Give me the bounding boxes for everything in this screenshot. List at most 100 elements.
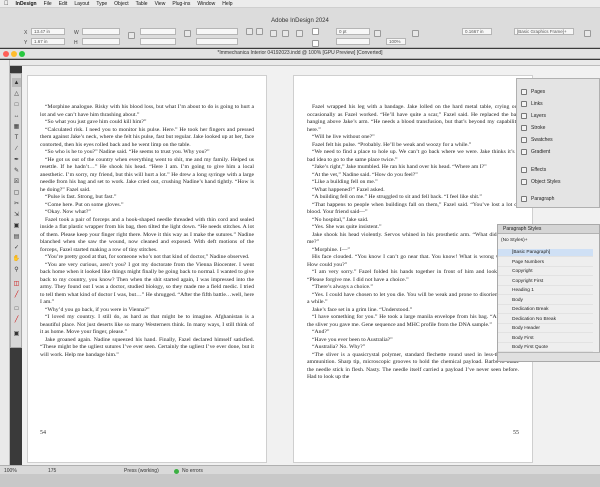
paragraph-style-item[interactable]: [Basic Paragraph] — [498, 249, 593, 258]
paragraph-style-group-select[interactable]: (No Styles)+ — [501, 238, 571, 245]
line-tool-icon[interactable]: ∕ — [12, 144, 21, 153]
select-container-icon[interactable] — [282, 30, 289, 37]
paragraph-style-item[interactable]: Copyright — [498, 268, 593, 277]
stroke-panel-button[interactable]: Stroke — [521, 125, 545, 131]
gradient-panel-button[interactable]: Gradient — [521, 149, 550, 155]
app-name-menu[interactable]: InDesign — [16, 1, 37, 7]
y-position-field[interactable]: 1.67 in — [31, 38, 65, 45]
scale-y-field[interactable] — [140, 38, 176, 45]
pen-tool-icon[interactable]: ✒ — [12, 155, 21, 164]
rotate-icon[interactable] — [246, 28, 253, 35]
paragraph-style-item[interactable]: Page Numbers — [498, 259, 593, 267]
rotation-field[interactable] — [196, 28, 238, 35]
selection-tool-icon[interactable]: ▲ — [12, 78, 21, 87]
menu-object[interactable]: Object — [114, 1, 128, 7]
select-content-icon[interactable] — [296, 30, 303, 37]
menu-file[interactable]: File — [44, 1, 52, 7]
paragraph-style-item[interactable]: Body First — [498, 335, 593, 343]
free-transform-tool-icon[interactable]: ⇲ — [12, 210, 21, 219]
menu-layout[interactable]: Layout — [74, 1, 89, 7]
align-icon[interactable] — [184, 30, 191, 37]
left-page-text-frame[interactable]: “Morphine analogue. Risky with his blood… — [40, 104, 254, 359]
apple-icon[interactable]:  — [4, 1, 9, 7]
effects-icon[interactable] — [374, 30, 381, 37]
paragraph: “Yes. She was quite insistent.” — [312, 224, 382, 230]
x-position-field[interactable]: 13.47 in — [31, 28, 65, 35]
stroke-swatch-icon[interactable] — [312, 40, 319, 47]
opacity-field[interactable]: 100% — [386, 38, 406, 45]
page-left[interactable]: “Morphine analogue. Risky with his blood… — [27, 75, 267, 463]
menu-type[interactable]: Type — [96, 1, 107, 7]
hand-tool-icon[interactable]: ✋ — [12, 254, 21, 263]
object-style-select[interactable]: [Basic Graphics Frame]+ — [514, 28, 574, 35]
menu-help[interactable]: Help — [222, 1, 232, 7]
width-field[interactable] — [82, 28, 120, 35]
horizontal-scrollbar[interactable] — [0, 474, 600, 487]
paragraph-icon — [521, 196, 527, 202]
stroke-icon — [521, 125, 527, 131]
vertical-ruler[interactable] — [0, 60, 10, 465]
shear-field[interactable] — [196, 38, 238, 45]
rectangle-tool-icon[interactable]: ▢ — [12, 188, 21, 197]
paragraph: “What happened?” Fazel asked. — [312, 186, 385, 193]
menu-table[interactable]: Table — [136, 1, 148, 7]
apply-none-icon[interactable]: ╱ — [12, 315, 21, 324]
type-tool-icon[interactable]: T — [12, 133, 21, 142]
left-page-number: 54 — [40, 430, 46, 436]
flip-horizontal-icon[interactable] — [256, 28, 263, 35]
paragraph: “He got us out of the country when every… — [40, 156, 254, 193]
stroke-weight-field[interactable]: 0 pt — [336, 28, 370, 35]
control-panel: Adobe InDesign 2024 X 13.47 in Y 1.67 in… — [0, 8, 600, 48]
fill-swatch-icon[interactable] — [312, 28, 319, 35]
effects-label: Effects — [531, 167, 547, 173]
paragraph-style-item[interactable]: Dedication No Break — [498, 316, 593, 324]
paragraph-panel-button[interactable]: Paragraph — [521, 196, 554, 202]
paragraph: “You are very curious, aren’t you? I got… — [40, 261, 254, 306]
menu-edit[interactable]: Edit — [59, 1, 68, 7]
rectangle-frame-tool-icon[interactable]: ☒ — [12, 177, 21, 186]
pages-panel-button[interactable]: Pages — [521, 89, 545, 95]
text-wrap-icon[interactable] — [270, 30, 277, 37]
object-styles-panel-button[interactable]: Object Styles — [521, 179, 560, 185]
paragraph-styles-title[interactable]: Paragraph Styles — [498, 225, 599, 234]
zoom-tool-icon[interactable]: ⚲ — [12, 265, 21, 274]
formatting-container-icon[interactable]: □ — [12, 304, 21, 313]
scissors-tool-icon[interactable]: ✂ — [12, 199, 21, 208]
default-fill-stroke-icon[interactable]: ◫ — [12, 279, 21, 288]
fill-none-icon[interactable]: ╱ — [12, 290, 21, 299]
layers-panel-button[interactable]: Layers — [521, 113, 546, 119]
menu-view[interactable]: View — [155, 1, 166, 7]
corner-options-icon[interactable] — [412, 30, 419, 37]
pencil-tool-icon[interactable]: ✎ — [12, 166, 21, 175]
stroke-type-field[interactable] — [336, 38, 370, 45]
swatches-panel-button[interactable]: Swatches — [521, 137, 553, 143]
paragraph: “Come here. Put on some gloves.” — [45, 201, 124, 208]
right-page-text-frame[interactable]: Fazel wrapped his leg with a bandage. Ja… — [307, 104, 519, 382]
paragraph-style-item[interactable]: Heading 1 — [498, 287, 593, 296]
menu-window[interactable]: Window — [197, 1, 215, 7]
panel-menu-icon[interactable] — [584, 30, 591, 37]
gap-tool-icon[interactable]: ↔ — [12, 111, 21, 120]
eyedropper-tool-icon[interactable]: ✓ — [12, 243, 21, 252]
offset-field[interactable]: 0.1667 in — [462, 28, 492, 35]
constrain-proportions-icon[interactable] — [128, 32, 135, 39]
links-panel-button[interactable]: Links — [521, 101, 543, 107]
object-styles-label: Object Styles — [531, 179, 561, 185]
paragraph-style-item[interactable]: Copyright First — [498, 278, 593, 286]
direct-selection-tool-icon[interactable]: △ — [12, 89, 21, 98]
effects-panel-button[interactable]: Effects — [521, 167, 546, 173]
paragraph-style-item[interactable]: Dedication Break — [498, 306, 593, 315]
screen-mode-icon[interactable]: ▣ — [12, 329, 21, 338]
content-collector-icon[interactable]: ▦ — [12, 122, 21, 131]
paragraph: “Like a building fell on me.” — [312, 179, 378, 185]
menu-plugins[interactable]: Plug-ins — [172, 1, 190, 7]
note-tool-icon[interactable]: ▤ — [12, 232, 21, 241]
document-title[interactable]: *Immechanica Interior 04192023.indd @ 10… — [0, 50, 600, 56]
height-field[interactable] — [82, 38, 120, 45]
paragraph-style-item[interactable]: Body — [498, 297, 593, 305]
swatches-icon — [521, 137, 527, 143]
paragraph-style-item[interactable]: Body Header — [498, 325, 593, 334]
scale-x-field[interactable] — [140, 28, 176, 35]
gradient-tool-icon[interactable]: ▣ — [12, 221, 21, 230]
page-tool-icon[interactable]: □ — [12, 100, 21, 109]
